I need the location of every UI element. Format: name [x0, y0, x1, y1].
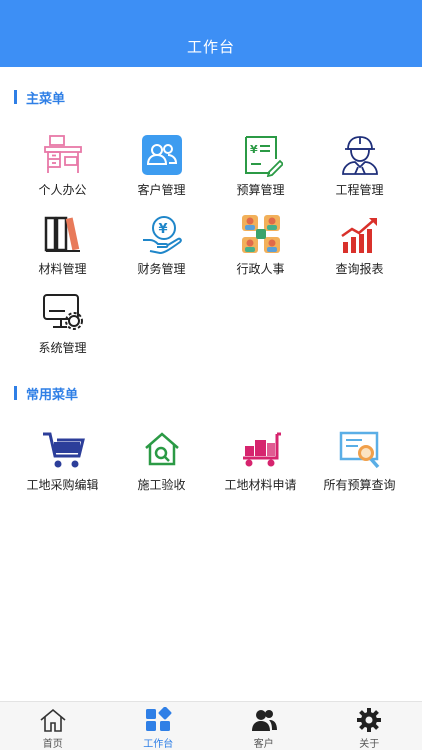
budget-search-icon: [338, 428, 382, 472]
menu-item-personal-office[interactable]: 个人办公: [10, 133, 115, 205]
tab-label: 关于: [359, 739, 380, 750]
tab-label: 首页: [42, 739, 63, 750]
tab-customers[interactable]: 客户: [211, 702, 317, 750]
section-marker: [14, 90, 17, 104]
menu-item-label: 所有预算查询: [323, 478, 396, 492]
menu-item-system-management[interactable]: 系统管理: [10, 291, 115, 363]
menu-item-site-purchase-edit[interactable]: 工地采购编辑: [10, 428, 115, 500]
gear-icon: [355, 707, 383, 733]
menu-item-admin-hr[interactable]: 行政人事: [208, 212, 313, 284]
finance-icon: ¥: [140, 212, 184, 256]
menu-item-label: 工地采购编辑: [26, 478, 99, 492]
menu-item-label: 施工验收: [137, 478, 186, 492]
customers-icon: [140, 133, 184, 177]
system-settings-icon: [41, 291, 85, 335]
menu-item-label: 查询报表: [335, 262, 384, 276]
customers-icon: [250, 707, 278, 733]
tab-about[interactable]: 关于: [317, 702, 422, 750]
engineer-icon: [338, 133, 382, 177]
house-inspect-icon: [140, 428, 184, 472]
budget-icon: ¥: [239, 133, 283, 177]
menu-item-customer-management[interactable]: 客户管理: [109, 133, 214, 205]
menu-item-materials-management[interactable]: 材料管理: [10, 212, 115, 284]
menu-item-construction-acceptance[interactable]: 施工验收: [109, 428, 214, 500]
shopping-cart-icon: [41, 428, 85, 472]
hr-icon: [239, 212, 283, 256]
menu-item-query-reports[interactable]: 查询报表: [307, 212, 412, 284]
svg-text:¥: ¥: [250, 143, 258, 156]
menu-item-label: 预算管理: [236, 183, 285, 197]
menu-item-budget-management[interactable]: ¥ 预算管理: [208, 133, 313, 205]
menu-item-label: 系统管理: [38, 341, 87, 355]
menu-item-label: 客户管理: [137, 183, 186, 197]
materials-icon: [41, 212, 85, 256]
app-header: 工作台: [0, 0, 422, 67]
page-title: 工作台: [186, 38, 235, 56]
tab-home[interactable]: 首页: [0, 702, 106, 750]
common-menu-title: 常用菜单: [26, 387, 79, 403]
bottom-tab-bar: 首页 工作台 客户 关于: [0, 701, 422, 750]
main-menu-heading: 主菜单: [14, 89, 66, 107]
section-marker: [14, 386, 17, 400]
menu-item-all-budget-query[interactable]: 所有预算查询: [307, 428, 412, 500]
tab-label: 客户: [253, 739, 274, 750]
menu-item-site-material-request[interactable]: 工地材料申请: [208, 428, 313, 500]
material-cart-icon: [239, 428, 283, 472]
menu-item-project-management[interactable]: 工程管理: [307, 133, 412, 205]
workbench-icon: [144, 706, 172, 733]
common-menu-heading: 常用菜单: [14, 385, 79, 403]
menu-item-label: 个人办公: [38, 183, 87, 197]
menu-item-finance-management[interactable]: ¥ 财务管理: [109, 212, 214, 284]
menu-item-label: 工程管理: [335, 183, 384, 197]
main-menu-title: 主菜单: [26, 91, 66, 107]
menu-item-label: 行政人事: [236, 262, 285, 276]
home-icon: [39, 707, 67, 733]
report-chart-icon: [338, 212, 382, 256]
menu-item-label: 财务管理: [137, 262, 186, 276]
menu-item-label: 工地材料申请: [224, 478, 297, 492]
svg-text:¥: ¥: [158, 222, 167, 237]
menu-item-label: 材料管理: [38, 262, 87, 276]
tab-workbench[interactable]: 工作台: [106, 702, 212, 750]
office-desk-icon: [41, 133, 85, 177]
tab-label: 工作台: [143, 739, 174, 750]
